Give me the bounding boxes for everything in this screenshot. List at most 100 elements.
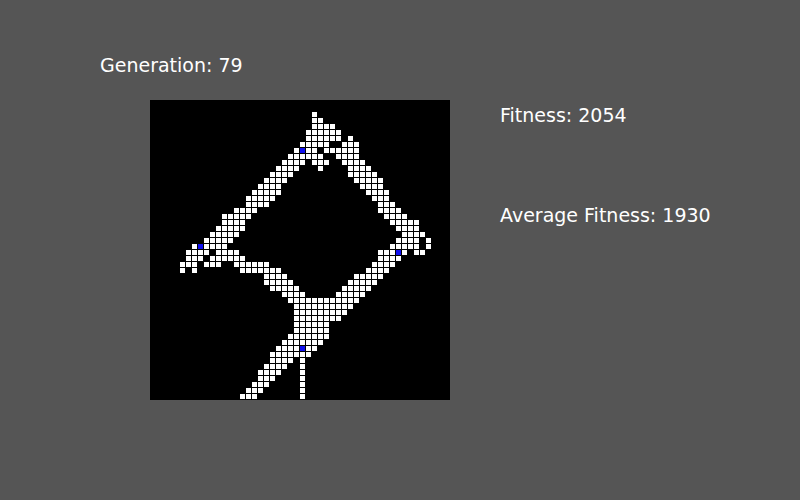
grid-cell: [294, 322, 299, 327]
grid-cell: [354, 292, 359, 297]
grid-cell: [270, 172, 275, 177]
average-fitness-label: Average Fitness: 1930: [500, 203, 711, 227]
grid-cell: [372, 262, 377, 267]
grid-cell: [300, 304, 305, 309]
grid-cell: [180, 268, 185, 273]
grid-cell: [396, 208, 401, 213]
grid-cell: [264, 190, 269, 195]
grid-cell: [414, 220, 419, 225]
grid-cell: [372, 184, 377, 189]
grid-cell: [312, 142, 317, 147]
grid-cell: [252, 262, 257, 267]
grid-cell: [318, 154, 323, 159]
grid-cell: [282, 352, 287, 357]
grid-cell: [234, 226, 239, 231]
grid-cell: [300, 376, 305, 381]
grid-cell: [396, 220, 401, 225]
grid-cell: [384, 214, 389, 219]
grid-cell: [192, 262, 197, 267]
grid-cell: [390, 220, 395, 225]
grid-cell: [390, 250, 395, 255]
blue-cell: [300, 346, 305, 351]
grid-cell: [312, 160, 317, 165]
grid-cell: [372, 172, 377, 177]
grid-cell: [306, 340, 311, 345]
grid-cell: [378, 250, 383, 255]
grid-cell: [336, 310, 341, 315]
grid-cell: [294, 334, 299, 339]
grid-cell: [222, 226, 227, 231]
grid-cell: [312, 148, 317, 153]
grid-cell: [372, 178, 377, 183]
grid-cell: [366, 280, 371, 285]
grid-cell: [378, 184, 383, 189]
grid-cell: [306, 148, 311, 153]
grid-cell: [426, 238, 431, 243]
grid-cell: [264, 280, 269, 285]
grid-cell: [330, 130, 335, 135]
grid-cell: [408, 232, 413, 237]
grid-cell: [372, 190, 377, 195]
grid-cell: [192, 244, 197, 249]
grid-cell: [354, 172, 359, 177]
grid-cell: [348, 292, 353, 297]
grid-cell: [264, 196, 269, 201]
grid-cell: [276, 280, 281, 285]
grid-cell: [294, 328, 299, 333]
grid-cell: [270, 370, 275, 375]
grid-cell: [312, 346, 317, 351]
grid-cell: [204, 262, 209, 267]
grid-cell: [282, 286, 287, 291]
grid-cell: [222, 220, 227, 225]
grid-cell: [306, 154, 311, 159]
grid-cell: [336, 298, 341, 303]
grid-cell: [240, 268, 245, 273]
grid-cell: [378, 274, 383, 279]
grid-cell: [216, 238, 221, 243]
grid-cell: [318, 136, 323, 141]
grid-cell: [216, 256, 221, 261]
grid-cell: [252, 196, 257, 201]
grid-cell: [324, 124, 329, 129]
grid-cell: [270, 280, 275, 285]
grid-cell: [342, 304, 347, 309]
grid-cell: [318, 334, 323, 339]
grid-cell: [234, 220, 239, 225]
grid-cell: [288, 172, 293, 177]
grid-cell: [354, 148, 359, 153]
grid-cell: [372, 268, 377, 273]
grid-cell: [288, 334, 293, 339]
grid-cell: [210, 238, 215, 243]
grid-cell: [336, 304, 341, 309]
grid-cell: [264, 202, 269, 207]
grid-cell: [396, 238, 401, 243]
grid-cell: [348, 166, 353, 171]
grid-cell: [294, 154, 299, 159]
grid-cell: [348, 154, 353, 159]
grid-cell: [348, 160, 353, 165]
grid-cell: [282, 178, 287, 183]
grid-cell: [354, 166, 359, 171]
grid-cell: [222, 232, 227, 237]
grid-cell: [300, 334, 305, 339]
grid-cell: [276, 190, 281, 195]
grid-cell: [282, 340, 287, 345]
grid-cell: [246, 268, 251, 273]
grid-cell: [408, 220, 413, 225]
grid-cell: [222, 214, 227, 219]
grid-cell: [396, 214, 401, 219]
grid-cell: [402, 220, 407, 225]
grid-cell: [366, 178, 371, 183]
grid-cell: [324, 334, 329, 339]
grid-cell: [294, 286, 299, 291]
grid-cell: [240, 226, 245, 231]
grid-cell: [324, 310, 329, 315]
grid-cell: [240, 214, 245, 219]
grid-cell: [342, 148, 347, 153]
grid-cell: [312, 304, 317, 309]
grid-cell: [270, 184, 275, 189]
grid-cell: [216, 250, 221, 255]
grid-cell: [384, 190, 389, 195]
grid-cell: [324, 142, 329, 147]
grid-cell: [276, 268, 281, 273]
